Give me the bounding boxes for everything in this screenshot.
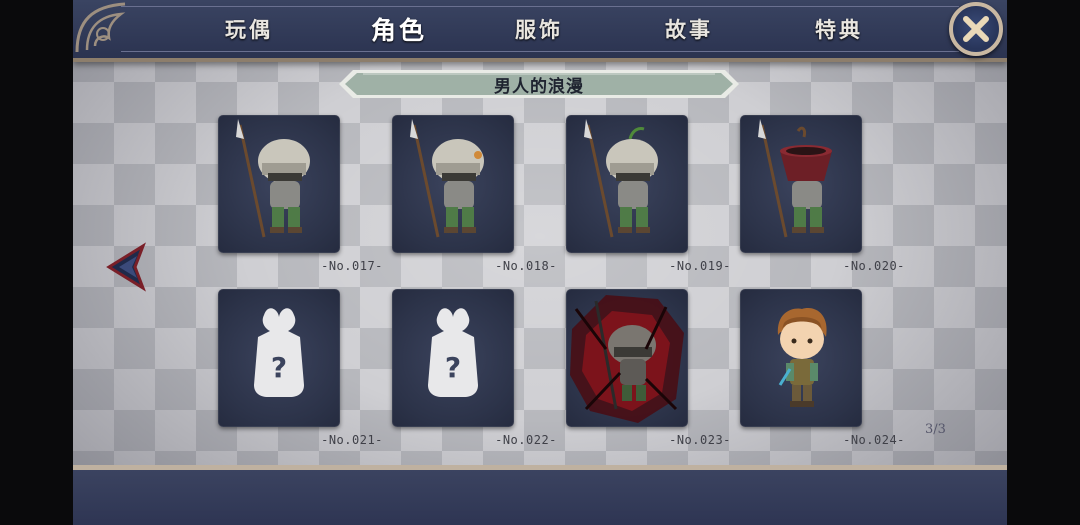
svg-text:?: ?	[445, 351, 461, 384]
helmet-spear-soldier-icon	[236, 119, 310, 238]
character-card-018[interactable]	[392, 115, 514, 253]
card-number-020: -No.020-	[843, 259, 905, 273]
card-number-017: -No.017-	[321, 259, 383, 273]
character-card-019[interactable]	[566, 115, 688, 253]
dark-aura-soldier-icon	[570, 295, 684, 423]
banner-title: 男人的浪漫	[494, 77, 584, 97]
character-card-017[interactable]	[218, 115, 340, 253]
svg-text:?: ?	[271, 351, 287, 384]
card-number-019: -No.019-	[669, 259, 731, 273]
tab-stories[interactable]: 故事	[653, 14, 725, 44]
page-indicator: 3/3	[925, 422, 946, 437]
helmet-spear-soldier-icon	[584, 119, 658, 238]
close-button[interactable]	[949, 2, 1003, 56]
mystery-silhouette-icon: ?	[428, 308, 478, 397]
prev-page-button[interactable]	[105, 242, 149, 292]
helmet-spear-soldier-icon	[410, 119, 484, 238]
game-screen: 玩偶 角色 服饰 故事 特典 男人的浪漫 -No.017- -No.018- -…	[73, 0, 1007, 525]
section-banner: 男人的浪漫	[339, 68, 739, 100]
card-number-022: -No.022-	[495, 433, 557, 447]
character-card-020[interactable]	[740, 115, 862, 253]
tab-dolls[interactable]: 玩偶	[213, 14, 285, 44]
tab-costumes[interactable]: 服饰	[503, 14, 575, 44]
character-card-021[interactable]: ?	[218, 289, 340, 427]
character-card-024[interactable]	[740, 289, 862, 427]
mystery-silhouette-icon: ?	[254, 308, 304, 397]
character-card-023[interactable]	[566, 289, 688, 427]
pot-helmet-soldier-icon	[758, 119, 832, 238]
close-icon	[963, 16, 989, 42]
brown-hair-boy-icon	[777, 308, 827, 407]
card-number-023: -No.023-	[669, 433, 731, 447]
bottom-bar	[73, 465, 1007, 525]
tab-bar: 玩偶 角色 服饰 故事 特典	[73, 0, 1007, 62]
tab-characters[interactable]: 角色	[356, 11, 442, 45]
tab-extras[interactable]: 特典	[803, 14, 875, 44]
card-number-021: -No.021-	[321, 433, 383, 447]
character-card-022[interactable]: ?	[392, 289, 514, 427]
card-number-018: -No.018-	[495, 259, 557, 273]
card-number-024: -No.024-	[843, 433, 905, 447]
corner-ornament-icon	[75, 2, 126, 53]
left-arrow-icon	[106, 242, 146, 292]
